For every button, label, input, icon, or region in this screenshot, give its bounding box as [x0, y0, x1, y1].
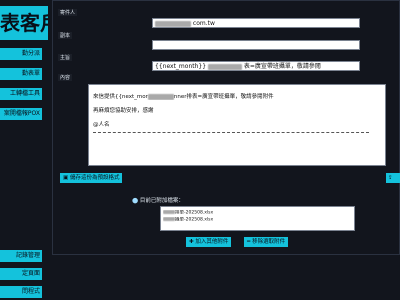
body-line2: 再麻煩您協助安排，感謝 [93, 108, 154, 114]
recipient-email-value: com.tw [192, 20, 215, 27]
nav-settings-button[interactable]: 定頁面 [0, 268, 42, 280]
content-label: 內容 [58, 74, 73, 81]
recipient-label: 副本 [58, 32, 73, 39]
plus-icon: ✚ [189, 239, 194, 245]
redacted-text [163, 210, 175, 214]
redacted-text [207, 63, 242, 70]
recipient-email-field[interactable]: com.tw [152, 18, 360, 28]
attachment-item[interactable]: 攝單-202508.xlsx [163, 216, 352, 224]
save-icon: ▣ [63, 175, 69, 181]
redacted-text [155, 20, 191, 27]
nav-program-button[interactable]: 問程式 [0, 286, 42, 298]
nav-report-button[interactable]: 案開檔報POX [0, 108, 42, 120]
body-line1-suffix: nner排表=廣宣帶班攝單，敬請參閱附件 [173, 94, 274, 100]
attachment-file-name: 攝單-202508.xlsx [175, 217, 214, 222]
attachments-title-label: 目前已附加檔案： [139, 198, 184, 204]
cc-field[interactable] [152, 40, 360, 50]
app-brand-logo: 表客戶 [0, 6, 48, 40]
remove-attachment-button[interactable]: ━ 移除選取附件 [244, 237, 289, 247]
body-line1-prefix: 來信提供{{next_mor [93, 94, 148, 100]
remove-attachment-label: 移除選取附件 [252, 239, 286, 245]
add-attachment-button[interactable]: ✚ 加入其他附件 [186, 237, 232, 247]
minus-icon: ━ [247, 239, 251, 245]
signature-divider [93, 132, 370, 133]
save-template-button[interactable]: ▣ 儲存這份為預設格式 [60, 173, 123, 183]
redacted-text [147, 93, 174, 100]
email-body-editor[interactable]: 來信提供{{next_mor nner排表=廣宣帶班攝單，敬請參閱附件 再麻煩您協… [88, 84, 386, 166]
attachment-list[interactable]: 排單-202508.xlsx 攝單-202508.xlsx [160, 206, 355, 231]
sender-label: 寄件人 [58, 9, 78, 16]
nav-records-button[interactable]: 記錄管理 [0, 250, 42, 262]
attachments-title: ⬤ 目前已附加檔案： [132, 196, 184, 204]
redacted-text [163, 216, 175, 221]
subject-field[interactable]: {{next_month}} 表=廣宣帶班攝單，敬請參閱 [152, 61, 360, 71]
subject-tail: 表=廣宣帶班攝單，敬請參閱 [243, 63, 321, 70]
attachment-pin-icon: ⬤ [132, 198, 139, 204]
add-attachment-label: 加入其他附件 [195, 239, 229, 245]
subject-label: 主旨 [58, 54, 73, 61]
send-button[interactable]: ⇪ [386, 173, 400, 183]
save-template-label: 儲存這份為預設格式 [69, 175, 120, 181]
nav-converter-button[interactable]: 工轉檔工具 [0, 88, 42, 100]
send-icon: ⇪ [388, 175, 393, 181]
nav-dispatch-button[interactable]: 勤分派 [0, 48, 42, 60]
subject-value: {{next_month}} [155, 63, 207, 70]
body-line3: @人名 [93, 122, 110, 128]
attachment-file-name: 排單-202508.xlsx [175, 210, 214, 216]
nav-form-button[interactable]: 勤表單 [0, 68, 42, 80]
